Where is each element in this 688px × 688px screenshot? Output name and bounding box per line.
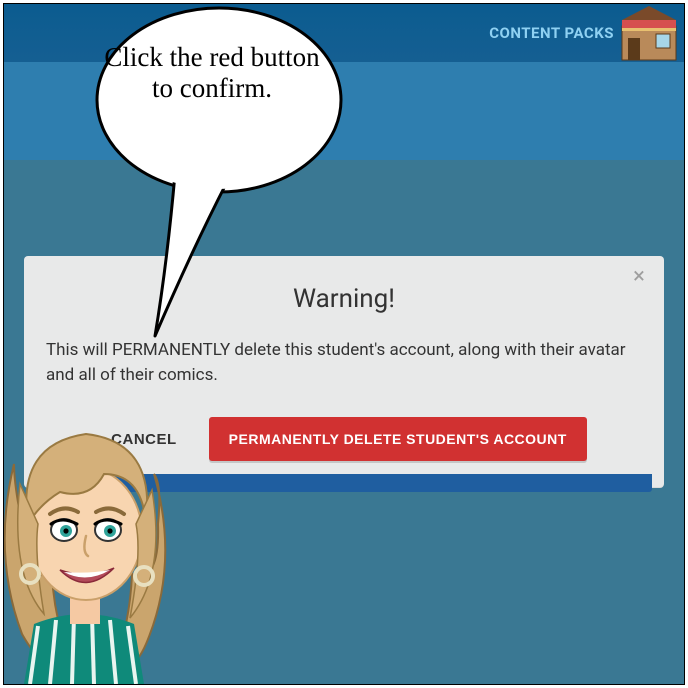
avatar <box>4 374 174 684</box>
close-icon[interactable]: × <box>628 266 650 288</box>
dialog-title: Warning! <box>46 284 642 314</box>
store-icon[interactable] <box>618 4 680 62</box>
top-bar: CONTENT PACKS <box>4 4 684 62</box>
app-frame: CONTENT PACKS × Warning! This will PERMA… <box>3 3 685 685</box>
content-packs-link[interactable]: CONTENT PACKS <box>489 24 614 42</box>
header-band <box>4 62 684 160</box>
permanently-delete-button[interactable]: PERMANENTLY DELETE STUDENT'S ACCOUNT <box>209 417 587 461</box>
